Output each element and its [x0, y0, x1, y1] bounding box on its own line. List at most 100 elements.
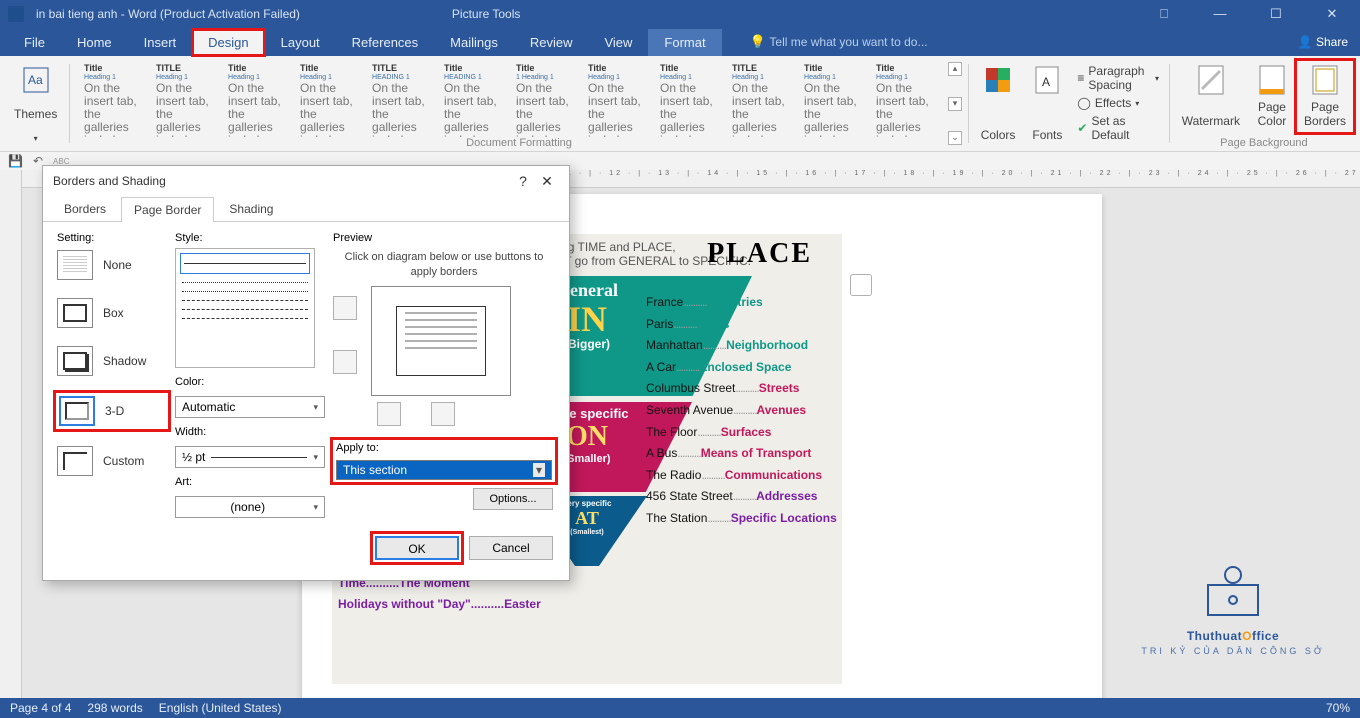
chevron-down-icon: ▾: [313, 452, 318, 463]
preview-label: Preview: [333, 232, 555, 244]
options-button[interactable]: Options...: [473, 488, 553, 510]
setting-none[interactable]: None: [57, 250, 167, 280]
ribbon-tabs: File Home Insert Design Layout Reference…: [0, 28, 1360, 56]
zoom-level[interactable]: 70%: [1326, 701, 1350, 715]
tab-review[interactable]: Review: [514, 29, 589, 56]
style-set-item[interactable]: TitleHeading 1On the insert tab, the gal…: [656, 60, 726, 138]
style-set-item[interactable]: Title1 Heading 1On the insert tab, the g…: [512, 60, 582, 138]
tab-view[interactable]: View: [588, 29, 648, 56]
tell-me-search[interactable]: 💡 Tell me what you want to do...: [750, 34, 928, 50]
tab-insert[interactable]: Insert: [128, 29, 193, 56]
gallery-row-down-icon[interactable]: ▾: [948, 97, 962, 111]
setting-box[interactable]: Box: [57, 298, 167, 328]
maximize-button[interactable]: ☐: [1256, 6, 1296, 22]
setting-custom[interactable]: Custom: [57, 446, 167, 476]
tab-home[interactable]: Home: [61, 29, 128, 56]
ribbon-display-options-icon[interactable]: ⎕: [1144, 6, 1184, 22]
window-title: in bai tieng anh - Word (Product Activat…: [36, 7, 300, 21]
status-bar: Page 4 of 4 298 words English (United St…: [0, 698, 1360, 718]
border-top-toggle[interactable]: [333, 296, 357, 320]
style-set-item[interactable]: TitleHeading 1On the insert tab, the gal…: [80, 60, 150, 138]
paragraph-spacing-icon: ≡: [1077, 71, 1084, 85]
chevron-down-icon: ▾: [313, 402, 318, 413]
borders-and-shading-dialog: Borders and Shading ? ✕ Borders Page Bor…: [42, 165, 570, 581]
style-set-item[interactable]: TitleHEADING 1On the insert tab, the gal…: [440, 60, 510, 138]
page-borders-icon: [1309, 64, 1341, 96]
setting-3d[interactable]: 3-D: [57, 394, 167, 428]
setting-shadow[interactable]: Shadow: [57, 346, 167, 376]
color-select[interactable]: Automatic▾: [175, 396, 325, 418]
border-bottom-toggle[interactable]: [333, 350, 357, 374]
language-indicator[interactable]: English (United States): [159, 701, 282, 715]
width-label: Width:: [175, 426, 325, 438]
fonts-icon: A: [1031, 64, 1063, 96]
style-listbox[interactable]: [175, 248, 315, 368]
style-set-item[interactable]: TitleHeading 1On the insert tab, the gal…: [800, 60, 870, 138]
fonts-button[interactable]: A Fonts: [1023, 60, 1071, 147]
dialog-tab-shading[interactable]: Shading: [216, 196, 286, 221]
style-set-item[interactable]: TitleHeading 1On the insert tab, the gal…: [584, 60, 654, 138]
group-label-page-background: Page Background: [1174, 137, 1354, 149]
themes-button[interactable]: Aa Themes▾: [6, 60, 65, 147]
close-window-button[interactable]: ✕: [1312, 6, 1352, 22]
place-heading: PLACE: [707, 238, 812, 270]
dialog-tab-borders[interactable]: Borders: [51, 196, 119, 221]
border-left-toggle[interactable]: [377, 402, 401, 426]
group-label-document-formatting: Document Formatting: [74, 137, 964, 149]
gallery-row-up-icon[interactable]: ▴: [948, 62, 962, 76]
border-right-toggle[interactable]: [431, 402, 455, 426]
dialog-help-button[interactable]: ?: [511, 173, 535, 189]
save-icon[interactable]: 💾: [8, 154, 23, 168]
style-set-item[interactable]: TITLEHeading 1On the insert tab, the gal…: [728, 60, 798, 138]
tab-mailings[interactable]: Mailings: [434, 29, 514, 56]
vertical-ruler[interactable]: [0, 170, 22, 698]
style-set-item[interactable]: TITLEHeading 1On the insert tab, the gal…: [152, 60, 222, 138]
minimize-button[interactable]: —: [1200, 6, 1240, 22]
watermark-icon: [1195, 64, 1227, 96]
style-set-item[interactable]: TitleHeading 1On the insert tab, the gal…: [224, 60, 294, 138]
check-icon: ✔: [1077, 121, 1087, 135]
preview-diagram[interactable]: [371, 286, 511, 396]
width-select[interactable]: ½ pt▾: [175, 446, 325, 468]
style-set-item[interactable]: TitleHeading 1On the insert tab, the gal…: [872, 60, 942, 138]
preview-instruction: Click on diagram below or use buttons to…: [333, 250, 555, 280]
chevron-down-icon: ▾: [533, 463, 545, 477]
style-set-gallery[interactable]: TitleHeading 1On the insert tab, the gal…: [74, 60, 948, 147]
apply-to-select[interactable]: This section▾: [336, 460, 552, 480]
layout-options-icon[interactable]: [850, 274, 872, 296]
style-set-item[interactable]: TitleHeading 1On the insert tab, the gal…: [296, 60, 366, 138]
dialog-close-button[interactable]: ✕: [535, 173, 559, 190]
style-set-item[interactable]: TITLEHEADING 1On the insert tab, the gal…: [368, 60, 438, 138]
dialog-tab-page-border[interactable]: Page Border: [121, 197, 214, 222]
apply-to-label: Apply to:: [336, 442, 552, 454]
tab-format[interactable]: Format: [648, 29, 721, 56]
tab-file[interactable]: File: [8, 29, 61, 56]
set-as-default-button[interactable]: ✔Set as Default: [1077, 114, 1159, 142]
right-examples: France..........CountriesParis..........…: [646, 292, 822, 530]
svg-text:Aa: Aa: [28, 73, 43, 87]
tab-design[interactable]: Design: [192, 29, 264, 56]
share-button[interactable]: 👤 Share: [1298, 35, 1348, 49]
colors-button[interactable]: Colors: [973, 60, 1024, 147]
cancel-button[interactable]: Cancel: [469, 536, 553, 560]
page-borders-button[interactable]: Page Borders: [1296, 60, 1354, 133]
tab-references[interactable]: References: [336, 29, 434, 56]
setting-label: Setting:: [57, 232, 167, 244]
art-label: Art:: [175, 476, 325, 488]
color-label: Color:: [175, 376, 325, 388]
page-indicator[interactable]: Page 4 of 4: [10, 701, 71, 715]
page-color-button[interactable]: Page Color: [1248, 60, 1296, 133]
word-count[interactable]: 298 words: [87, 701, 142, 715]
svg-text:A: A: [1042, 75, 1050, 89]
dialog-tabs: Borders Page Border Shading: [43, 196, 569, 222]
ribbon: Aa Themes▾ TitleHeading 1On the insert t…: [0, 56, 1360, 152]
effects-icon: ◯: [1077, 96, 1090, 110]
paragraph-spacing-button[interactable]: ≡Paragraph Spacing▾: [1077, 64, 1159, 92]
effects-button[interactable]: ◯Effects▾: [1077, 96, 1159, 110]
ok-button[interactable]: OK: [375, 536, 459, 560]
tab-layout[interactable]: Layout: [265, 29, 336, 56]
art-select[interactable]: (none)▾: [175, 496, 325, 518]
title-bar: in bai tieng anh - Word (Product Activat…: [0, 0, 1360, 28]
contextual-tab-label: Picture Tools: [452, 7, 520, 21]
watermark-button[interactable]: Watermark: [1174, 60, 1248, 133]
